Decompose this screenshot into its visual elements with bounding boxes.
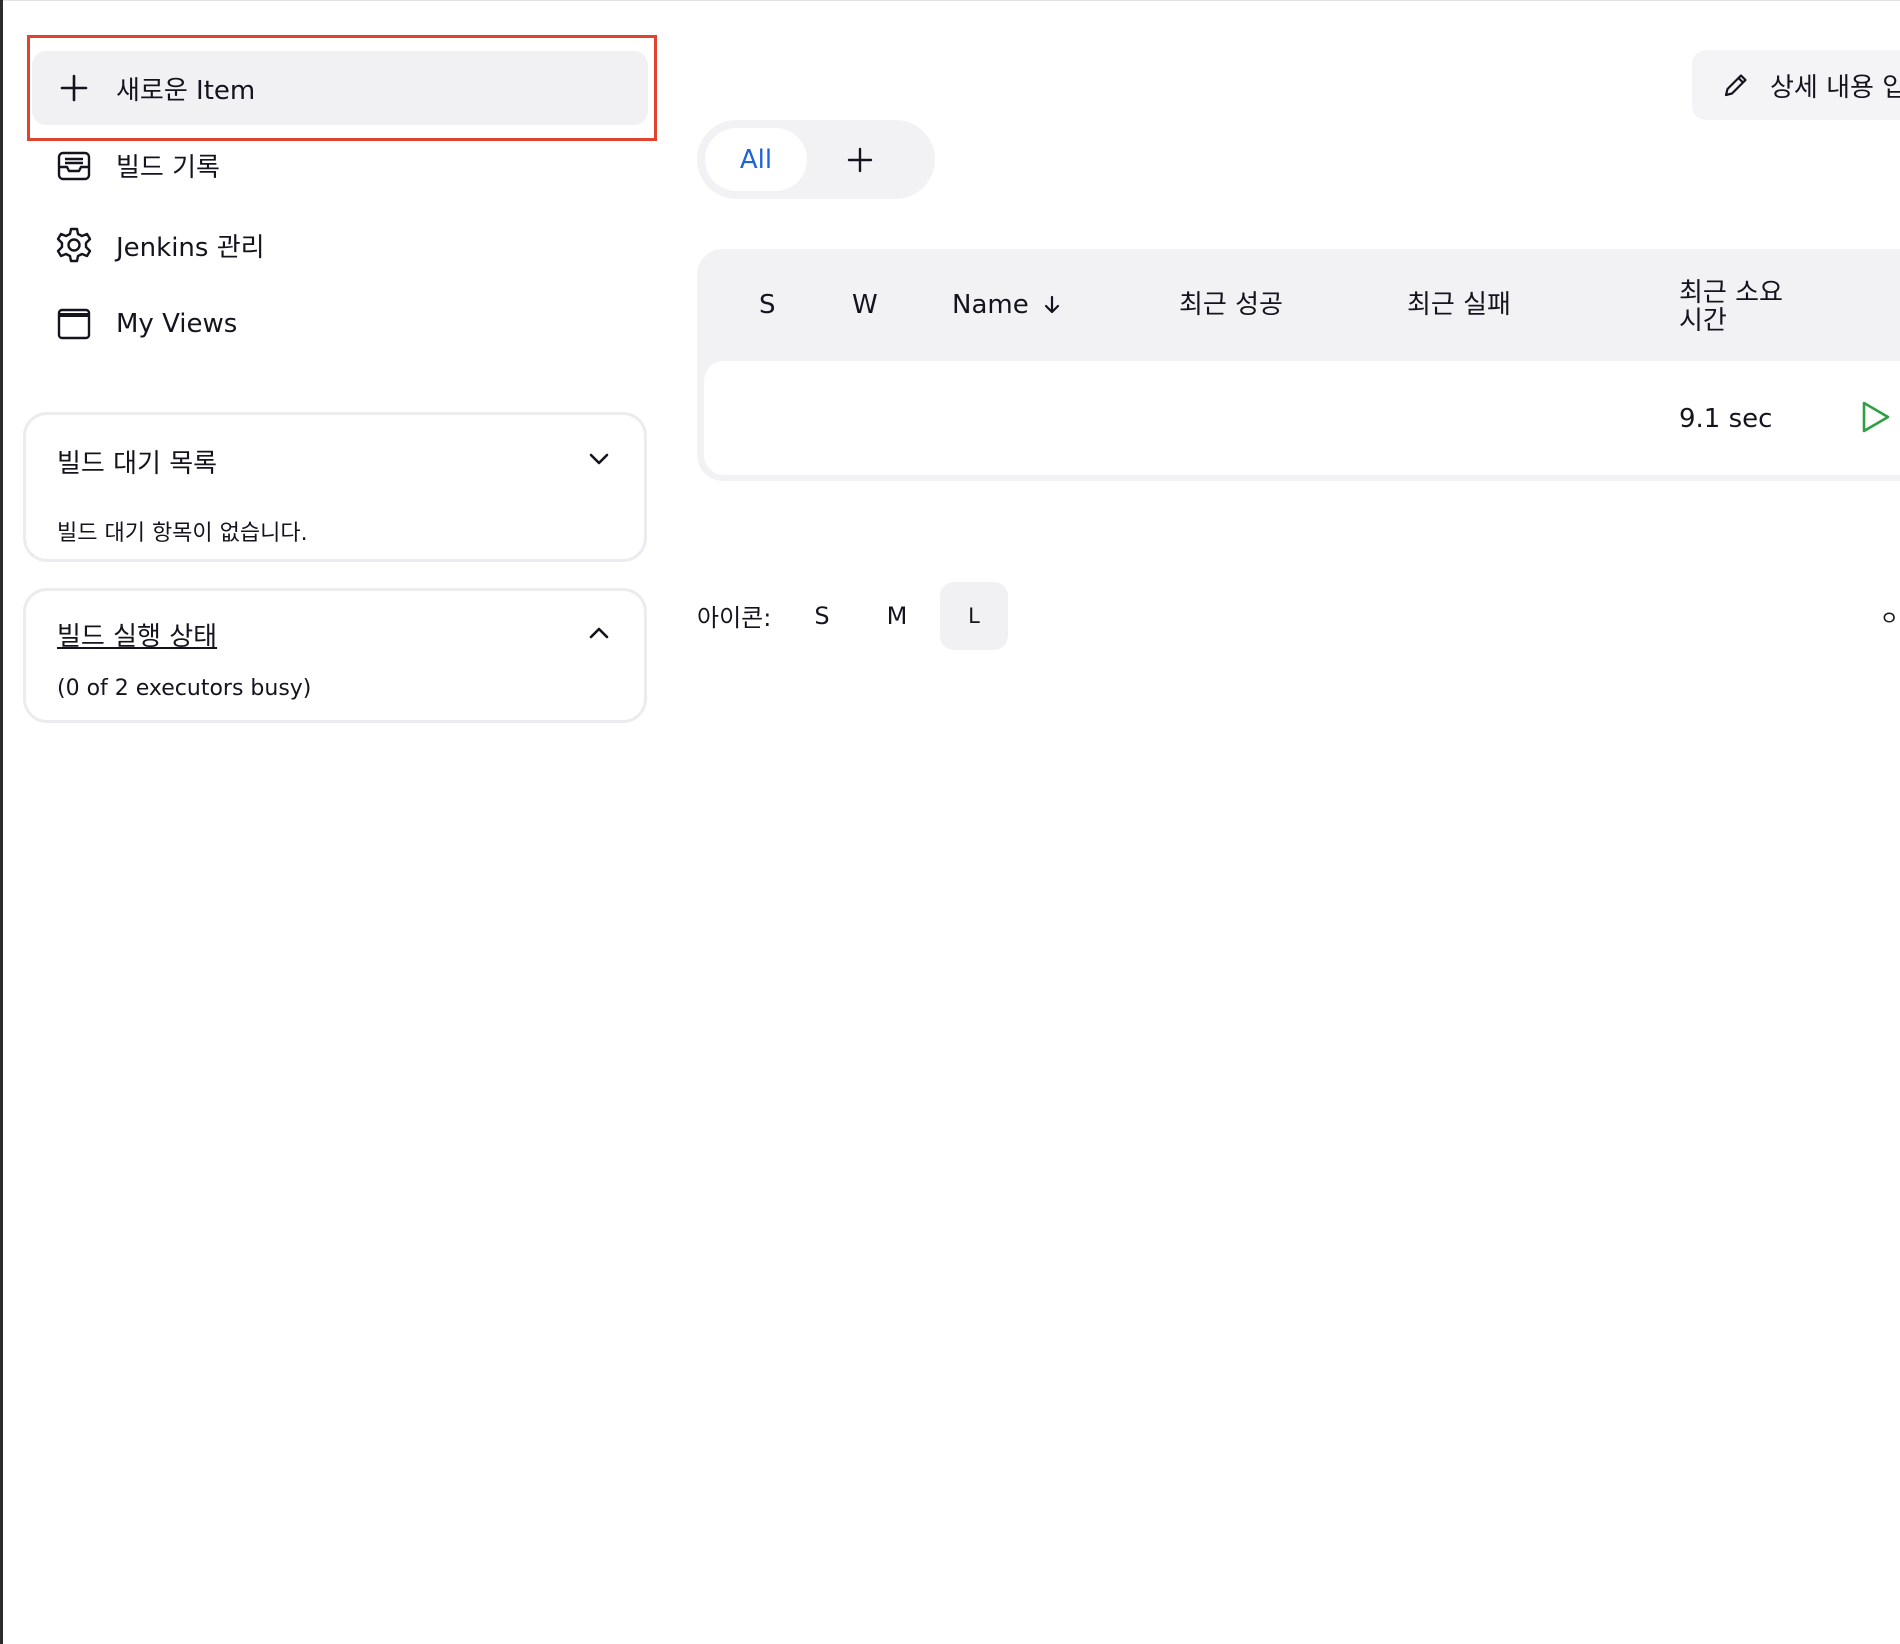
pencil-icon	[1724, 74, 1747, 97]
play-icon[interactable]	[1854, 397, 1894, 437]
highlight-box	[27, 35, 657, 141]
column-header-last-duration[interactable]: 최근 소요 시간	[1679, 279, 1783, 335]
projects-table: S W Name 최근 성공 최근 실패 최근 소요 시간 9.1 sec	[697, 249, 1900, 481]
chevron-up-icon[interactable]	[584, 618, 614, 648]
executor-status-panel: 빌드 실행 상태 (0 of 2 executors busy)	[23, 588, 647, 723]
build-history-link[interactable]: 빌드 기록	[32, 128, 648, 202]
manage-jenkins-label: Jenkins 관리	[116, 232, 265, 263]
icon-size-l[interactable]: L	[940, 582, 1008, 650]
table-row: 9.1 sec	[704, 361, 1900, 475]
executor-status-title[interactable]: 빌드 실행 상태	[57, 616, 217, 653]
column-header-status[interactable]: S	[759, 291, 776, 319]
chevron-down-icon[interactable]	[584, 444, 614, 474]
window-left-edge	[0, 0, 3, 1644]
edit-description-button[interactable]: 상세 내용 입	[1692, 50, 1900, 120]
add-view-button[interactable]	[840, 140, 880, 180]
column-header-last-success[interactable]: 최근 성공	[1179, 291, 1283, 319]
window-icon	[54, 304, 94, 344]
build-history-label: 빌드 기록	[116, 152, 220, 183]
inbox-icon	[54, 145, 94, 185]
arrow-down-icon	[1044, 295, 1059, 314]
column-header-last-duration-line2: 시간	[1679, 306, 1727, 336]
truncated-legend-text: ㅇ	[1880, 606, 1899, 630]
executor-summary: (0 of 2 executors busy)	[57, 676, 312, 701]
icon-size-s[interactable]: S	[788, 582, 856, 650]
build-queue-panel: 빌드 대기 목록 빌드 대기 항목이 없습니다.	[23, 412, 647, 562]
last-duration-cell: 9.1 sec	[1679, 404, 1773, 434]
column-header-weather[interactable]: W	[852, 291, 878, 319]
column-header-name-label: Name	[952, 290, 1029, 320]
column-header-name[interactable]: Name	[952, 291, 1063, 319]
top-divider	[0, 0, 1900, 1]
build-queue-title: 빌드 대기 목록	[57, 449, 218, 479]
icon-size-label: 아이콘:	[697, 604, 772, 632]
my-views-link[interactable]: My Views	[32, 287, 648, 361]
gear-icon	[54, 225, 94, 265]
column-header-last-failure[interactable]: 최근 실패	[1407, 291, 1511, 319]
view-tabs: All	[697, 120, 935, 199]
build-queue-empty-text: 빌드 대기 항목이 없습니다.	[57, 521, 308, 546]
jenkins-dashboard: 새로운 Item 빌드 기록 Jenkins 관리 My Views 빌드 대기…	[0, 0, 1900, 1644]
column-header-last-duration-line1: 최근 소요	[1679, 278, 1783, 308]
tab-all[interactable]: All	[705, 128, 807, 191]
manage-jenkins-link[interactable]: Jenkins 관리	[32, 208, 648, 282]
my-views-label: My Views	[116, 309, 238, 339]
edit-description-label: 상세 내용 입	[1770, 72, 1900, 103]
plus-icon	[847, 147, 873, 173]
icon-size-m[interactable]: M	[863, 582, 931, 650]
